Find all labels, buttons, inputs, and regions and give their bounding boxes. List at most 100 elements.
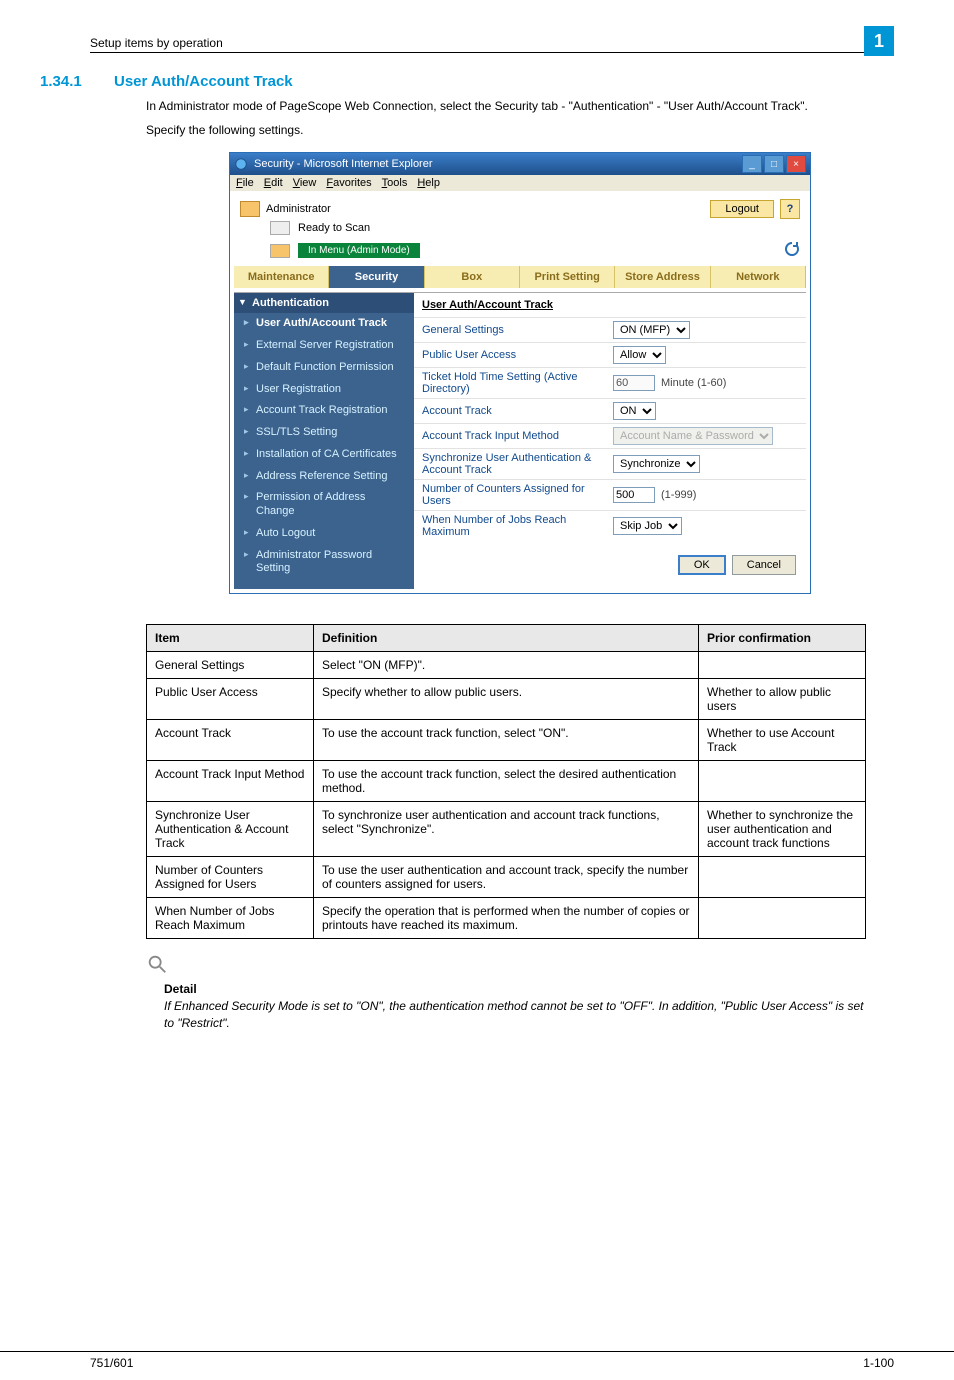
logout-button[interactable]: Logout	[710, 200, 774, 218]
table-row: Account Track Input Method To use the ac…	[147, 761, 866, 802]
sidebar-item-external-server[interactable]: External Server Registration	[234, 335, 414, 357]
mode-badge: In Menu (Admin Mode)	[298, 243, 420, 258]
admin-icon	[240, 201, 260, 217]
section-number: 1.34.1	[40, 73, 90, 90]
help-button[interactable]: ?	[780, 199, 800, 219]
sidebar-item-admin-password[interactable]: Administrator Password Setting	[234, 545, 414, 581]
tab-strip: Maintenance Security Box Print Setting S…	[234, 266, 806, 288]
minimize-button[interactable]: _	[742, 155, 762, 173]
cell-def: Specify whether to allow public users.	[314, 679, 699, 720]
label-public-access: Public User Access	[422, 349, 607, 361]
menu-edit[interactable]: Edit	[264, 177, 283, 189]
ok-button[interactable]: OK	[678, 555, 726, 575]
label-account-track: Account Track	[422, 405, 607, 417]
menu-file[interactable]: File	[236, 177, 254, 189]
chapter-badge: 1	[864, 26, 894, 56]
label-counters: Number of Counters Assigned for Users	[422, 483, 607, 507]
cell-def: To use the account track function, selec…	[314, 761, 699, 802]
unit-ticket-hold: Minute (1-60)	[661, 377, 726, 389]
footer-right: 1-100	[863, 1356, 894, 1370]
cell-item: When Number of Jobs Reach Maximum	[147, 898, 314, 939]
side-nav: Authentication User Auth/Account Track E…	[234, 293, 414, 589]
table-row: Number of Counters Assigned for Users To…	[147, 857, 866, 898]
cell-item: Number of Counters Assigned for Users	[147, 857, 314, 898]
table-row: Synchronize User Authentication & Accoun…	[147, 802, 866, 857]
sidebar-item-ca-certs[interactable]: Installation of CA Certificates	[234, 444, 414, 466]
pane-title: User Auth/Account Track	[414, 293, 806, 317]
detail-heading: Detail	[164, 982, 894, 996]
th-prior: Prior confirmation	[699, 625, 866, 652]
detail-body: If Enhanced Security Mode is set to "ON"…	[164, 998, 864, 1030]
label-synchronize: Synchronize User Authentication & Accoun…	[422, 452, 607, 476]
table-row: General Settings Select "ON (MFP)".	[147, 652, 866, 679]
cell-def: To use the account track function, selec…	[314, 720, 699, 761]
ready-status: Ready to Scan	[298, 222, 370, 234]
table-row: Account Track To use the account track f…	[147, 720, 866, 761]
tab-network[interactable]: Network	[711, 266, 806, 288]
select-public-access[interactable]: Allow	[613, 346, 666, 364]
cell-def: Select "ON (MFP)".	[314, 652, 699, 679]
cell-def: To use the user authentication and accou…	[314, 857, 699, 898]
sidebar-item-ssl-tls[interactable]: SSL/TLS Setting	[234, 422, 414, 444]
footer-left: 751/601	[90, 1356, 133, 1370]
cell-item: Account Track Input Method	[147, 761, 314, 802]
cell-item: Synchronize User Authentication & Accoun…	[147, 802, 314, 857]
sidebar-item-account-track-reg[interactable]: Account Track Registration	[234, 400, 414, 422]
sidebar-item-user-registration[interactable]: User Registration	[234, 379, 414, 401]
definition-table: Item Definition Prior confirmation Gener…	[146, 624, 866, 939]
unit-counters: (1-999)	[661, 489, 696, 501]
cancel-button[interactable]: Cancel	[732, 555, 796, 575]
cell-prior: Whether to use Account Track	[699, 720, 866, 761]
tab-print-setting[interactable]: Print Setting	[520, 266, 615, 288]
menu-view[interactable]: View	[293, 177, 317, 189]
input-ticket-hold	[613, 375, 655, 391]
input-counters[interactable]	[613, 487, 655, 503]
refresh-icon[interactable]	[784, 241, 800, 260]
label-general-settings: General Settings	[422, 324, 607, 336]
menu-tools[interactable]: Tools	[382, 177, 408, 189]
sidebar-item-user-auth[interactable]: User Auth/Account Track	[234, 313, 414, 335]
table-row: Public User Access Specify whether to al…	[147, 679, 866, 720]
label-reach-max: When Number of Jobs Reach Maximum	[422, 514, 607, 538]
side-heading-authentication[interactable]: Authentication	[234, 293, 414, 313]
select-reach-max[interactable]: Skip Job	[613, 517, 682, 535]
cell-def: Specify the operation that is performed …	[314, 898, 699, 939]
tab-box[interactable]: Box	[425, 266, 520, 288]
tab-maintenance[interactable]: Maintenance	[234, 266, 329, 288]
cell-prior	[699, 652, 866, 679]
magnifier-icon	[146, 953, 894, 978]
menu-bar: File Edit View Favorites Tools Help	[230, 175, 810, 191]
maximize-button[interactable]: □	[764, 155, 784, 173]
cell-def: To synchronize user authentication and a…	[314, 802, 699, 857]
admin-label: Administrator	[266, 203, 331, 215]
cell-item: General Settings	[147, 652, 314, 679]
select-account-track[interactable]: ON	[613, 402, 656, 420]
sidebar-item-auto-logout[interactable]: Auto Logout	[234, 523, 414, 545]
main-pane: User Auth/Account Track General Settings…	[414, 293, 806, 589]
sidebar-item-address-perm[interactable]: Permission of Address Change	[234, 487, 414, 523]
select-general-settings[interactable]: ON (MFP)	[613, 321, 690, 339]
close-button[interactable]: ×	[786, 155, 806, 173]
section-title: User Auth/Account Track	[114, 73, 293, 90]
running-title: Setup items by operation	[90, 36, 223, 50]
th-definition: Definition	[314, 625, 699, 652]
select-synchronize[interactable]: Synchronize	[613, 455, 700, 473]
menu-icon	[270, 244, 290, 258]
table-row: When Number of Jobs Reach Maximum Specif…	[147, 898, 866, 939]
label-input-method: Account Track Input Method	[422, 430, 607, 442]
cell-prior	[699, 857, 866, 898]
tab-store-address[interactable]: Store Address	[615, 266, 710, 288]
scanner-icon	[270, 221, 290, 235]
label-ticket-hold: Ticket Hold Time Setting (Active Directo…	[422, 371, 607, 395]
menu-help[interactable]: Help	[417, 177, 440, 189]
cell-item: Public User Access	[147, 679, 314, 720]
sidebar-item-default-function[interactable]: Default Function Permission	[234, 357, 414, 379]
intro-paragraph-1: In Administrator mode of PageScope Web C…	[146, 98, 894, 114]
ie-icon	[234, 157, 248, 171]
browser-window: Security - Microsoft Internet Explorer _…	[229, 152, 811, 594]
sidebar-item-address-ref[interactable]: Address Reference Setting	[234, 466, 414, 488]
menu-favorites[interactable]: Favorites	[326, 177, 371, 189]
window-title: Security - Microsoft Internet Explorer	[254, 158, 433, 170]
cell-prior: Whether to allow public users	[699, 679, 866, 720]
tab-security[interactable]: Security	[329, 266, 424, 288]
